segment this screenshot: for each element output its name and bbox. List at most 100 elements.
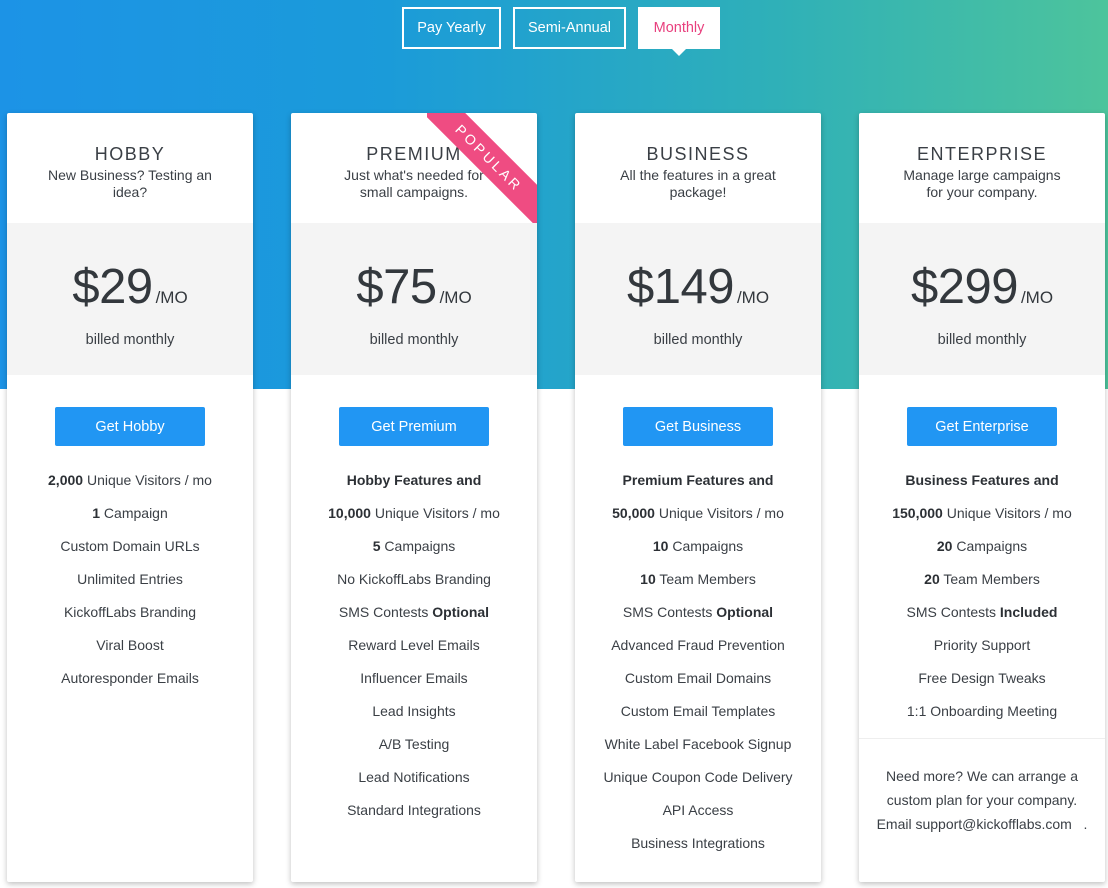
feature-highlight: 2,000 <box>48 472 84 488</box>
feature-item: Hobby Features and <box>291 470 537 503</box>
price-box: $149 /MO billed monthly <box>575 223 821 375</box>
price-unit: /MO <box>1020 288 1054 307</box>
plan-card-business: BUSINESS All the features in a great pac… <box>575 113 821 882</box>
feature-text: Unlimited Entries <box>77 571 183 587</box>
feature-list: 2,000 Unique Visitors / mo 1 Campaign Cust… <box>7 470 253 701</box>
feature-highlight: Hobby Features and <box>346 472 482 488</box>
feature-item: 10 Campaigns <box>575 536 821 569</box>
price-box: $29 /MO billed monthly <box>7 223 253 375</box>
feature-item: Viral Boost <box>7 635 253 668</box>
feature-text: SMS Contests <box>622 604 717 620</box>
feature-highlight: 10 <box>640 571 656 587</box>
feature-item: 1 Campaign <box>7 503 253 536</box>
feature-item: Custom Email Templates <box>575 701 821 734</box>
price-amount: $75 <box>356 260 437 314</box>
feature-text: Unique Visitors / mo <box>83 472 212 488</box>
feature-item: 2,000 Unique Visitors / mo <box>7 470 253 503</box>
feature-highlight: Premium Features and <box>622 472 774 488</box>
plan-description: All the features in a great package! <box>620 167 776 200</box>
support-email-link[interactable]: support@kickofflabs.com <box>915 816 1071 832</box>
feature-item: SMS Contests Optional <box>291 602 537 635</box>
feature-text: Campaigns <box>668 538 744 554</box>
plan-card-premium: POPULAR PREMIUM Just what's needed for s… <box>291 113 537 882</box>
feature-highlight: 1 <box>92 505 101 521</box>
semi-annual-button[interactable]: Semi-Annual <box>513 7 626 49</box>
feature-text: 1:1 Onboarding Meeting <box>906 703 1058 719</box>
feature-item: SMS Contests Optional <box>575 602 821 635</box>
feature-highlight: Business Features and <box>905 472 1059 488</box>
feature-highlight: 10 <box>652 538 669 554</box>
feature-text: Business Integrations <box>631 835 765 851</box>
feature-text: SMS Contests <box>338 604 433 620</box>
feature-text: Unique Visitors / mo <box>370 505 500 521</box>
plan-header: HOBBY New Business? Testing an idea? <box>7 113 253 223</box>
feature-item: Business Integrations <box>575 833 821 866</box>
feature-item: Priority Support <box>859 635 1105 668</box>
feature-text: Viral Boost <box>96 637 164 653</box>
feature-list: Business Features and 150,000 Unique Visi… <box>859 470 1105 734</box>
feature-text: Unique Coupon Code Delivery <box>603 769 793 785</box>
price-unit: /MO <box>155 288 188 307</box>
custom-plan-note: Need more? We can arrange a custom plan … <box>859 739 1105 836</box>
get-business-button[interactable]: Get Business <box>623 407 773 446</box>
feature-highlight: 20 <box>936 538 953 554</box>
feature-item: 20 Team Members <box>859 569 1105 602</box>
feature-item: Standard Integrations <box>291 800 537 833</box>
feature-highlight: 50,000 <box>612 505 655 521</box>
get-enterprise-button[interactable]: Get Enterprise <box>907 407 1057 446</box>
billing-note: billed monthly <box>937 332 1027 348</box>
price-amount: $149 <box>626 260 735 314</box>
feature-item: Custom Domain URLs <box>7 536 253 569</box>
pay-yearly-button[interactable]: Pay Yearly <box>402 7 501 49</box>
feature-item: Lead Notifications <box>291 767 537 800</box>
feature-list: Hobby Features and 10,000 Unique Visitors… <box>291 470 537 833</box>
feature-text: Autoresponder Emails <box>61 670 199 686</box>
feature-list: Premium Features and 50,000 Unique Visito… <box>575 470 821 866</box>
plan-header: ENTERPRISE Manage large campaigns for yo… <box>859 113 1105 223</box>
feature-item: Influencer Emails <box>291 668 537 701</box>
plan-name: BUSINESS <box>646 144 750 164</box>
plan-card-hobby: HOBBY New Business? Testing an idea? $29… <box>7 113 253 882</box>
feature-item: 20 Campaigns <box>859 536 1105 569</box>
feature-item: White Label Facebook Signup <box>575 734 821 767</box>
feature-item: No KickoffLabs Branding <box>291 569 537 602</box>
billing-note: billed monthly <box>85 332 175 348</box>
feature-item: Reward Level Emails <box>291 635 537 668</box>
price-box: $299 /MO billed monthly <box>859 223 1105 375</box>
feature-item: KickoffLabs Branding <box>7 602 253 635</box>
get-hobby-button[interactable]: Get Hobby <box>55 407 205 446</box>
feature-text: Reward Level Emails <box>348 637 480 653</box>
feature-item: SMS Contests Included <box>859 602 1105 635</box>
feature-text: Unique Visitors / mo <box>942 505 1072 521</box>
feature-item: Advanced Fraud Prevention <box>575 635 821 668</box>
price-box: $75 /MO billed monthly <box>291 223 537 375</box>
feature-text: Campaign <box>100 505 168 521</box>
feature-item: Business Features and <box>859 470 1105 503</box>
feature-item: 10,000 Unique Visitors / mo <box>291 503 537 536</box>
feature-text: Team Members <box>939 571 1040 587</box>
get-premium-button[interactable]: Get Premium <box>339 407 489 446</box>
plan-description: Manage large campaigns for your company. <box>903 167 1061 200</box>
feature-text: White Label Facebook Signup <box>604 736 792 752</box>
feature-item: API Access <box>575 800 821 833</box>
plan-card-enterprise: ENTERPRISE Manage large campaigns for yo… <box>859 113 1105 882</box>
feature-item: Unique Coupon Code Delivery <box>575 767 821 800</box>
feature-text: A/B Testing <box>378 736 450 752</box>
price-amount: $299 <box>910 260 1019 314</box>
feature-highlight: 10,000 <box>328 505 371 521</box>
price-unit: /MO <box>736 288 770 307</box>
feature-text: Campaigns <box>380 538 456 554</box>
feature-item: Unlimited Entries <box>7 569 253 602</box>
feature-text: Unique Visitors / mo <box>654 505 784 521</box>
feature-item: Free Design Tweaks <box>859 668 1105 701</box>
feature-item: Custom Email Domains <box>575 668 821 701</box>
monthly-button[interactable]: Monthly <box>638 7 720 49</box>
feature-item: Lead Insights <box>291 701 537 734</box>
price-unit: /MO <box>439 288 472 307</box>
billing-note: billed monthly <box>653 332 743 348</box>
feature-item: 50,000 Unique Visitors / mo <box>575 503 821 536</box>
feature-highlight: Optional <box>432 604 490 620</box>
feature-highlight: Optional <box>716 604 774 620</box>
popular-badge: POPULAR <box>427 113 537 223</box>
popular-ribbon: POPULAR <box>427 113 537 223</box>
